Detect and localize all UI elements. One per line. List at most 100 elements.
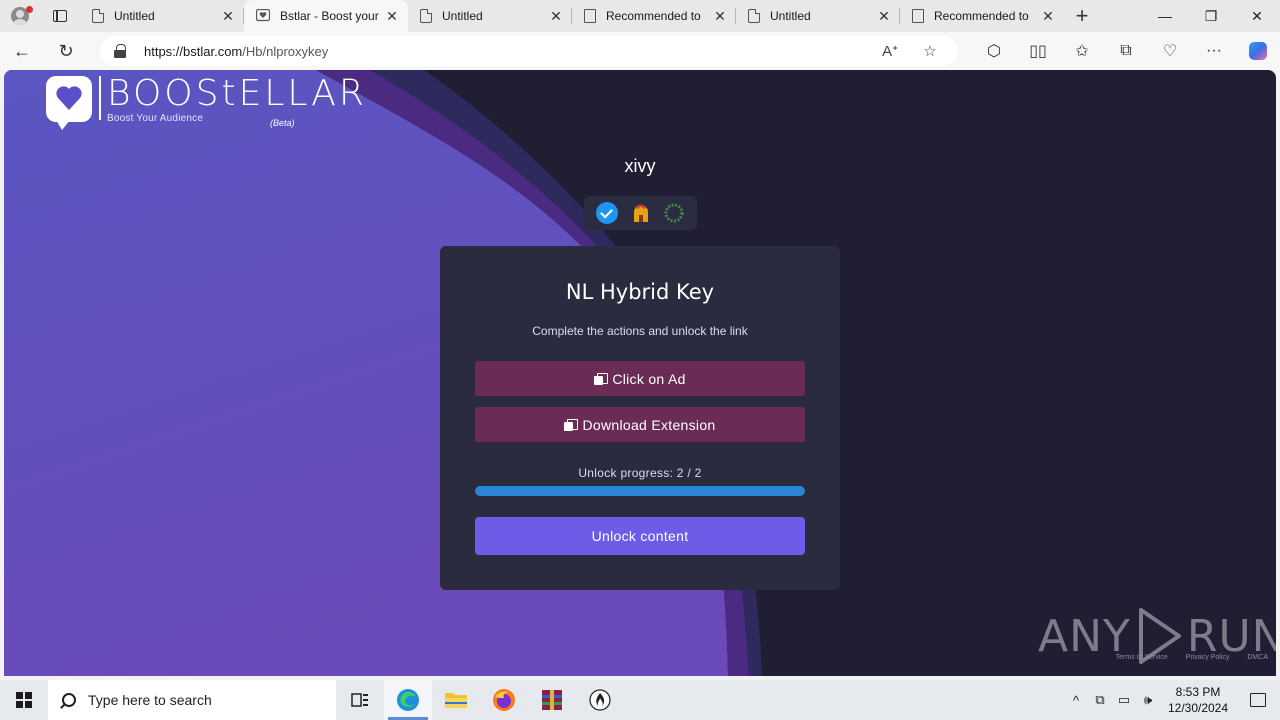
settings-more-icon[interactable]: ··· <box>1192 32 1236 70</box>
system-tray: ^ ⧉ ▭ 🕪 8:53 PM 12/30/2024 <box>1064 680 1280 720</box>
back-button[interactable]: ← <box>0 32 44 70</box>
heart-bubble-icon <box>46 76 92 130</box>
meet-now-icon[interactable]: ⧉ <box>1088 692 1112 708</box>
restore-button[interactable]: ❐ <box>1188 0 1234 32</box>
lock-icon <box>564 418 579 431</box>
card-title: NL Hybrid Key <box>565 280 715 304</box>
anyrun-watermark: ANY RUN <box>1038 606 1276 666</box>
notification-center-button[interactable] <box>1236 693 1280 707</box>
card-subtitle: Complete the actions and unlock the link <box>532 324 748 338</box>
navigation-bar: ← ↻ https://bstlar.com/Hb/nlproxykey Aᐩ … <box>0 32 1280 70</box>
logo-divider <box>99 76 101 120</box>
read-aloud-icon[interactable]: Aᐩ <box>870 42 910 60</box>
profile-username: xivy <box>624 156 656 176</box>
close-tab-icon[interactable]: ✕ <box>1040 8 1056 25</box>
add-favorite-icon[interactable]: ☆ <box>910 42 950 60</box>
taskbar-anyrun[interactable] <box>576 680 624 720</box>
verified-badge-icon <box>595 202 618 224</box>
url-host: https://bstlar.com <box>144 43 243 59</box>
tab-recommended-2[interactable]: Recommended to ✕ <box>900 0 1064 32</box>
click-on-ad-button[interactable]: Click on Ad <box>475 361 805 396</box>
page-icon <box>748 9 760 23</box>
lock-icon[interactable] <box>114 44 126 58</box>
tab-recommended-1[interactable]: Recommended to ✕ <box>572 0 736 32</box>
page-viewport: BOOStELLAR Boost Your Audience (Beta) xi… <box>4 70 1276 676</box>
collections-icon[interactable]: ⧉ <box>1104 32 1148 70</box>
logo-wordmark: BOOStELLAR <box>107 73 367 114</box>
close-tab-icon[interactable]: ✕ <box>220 8 236 25</box>
tab-label: Recommended to <box>934 9 1029 23</box>
action-label: Download Extension <box>582 416 716 433</box>
spartan-helmet-badge-icon <box>630 202 652 224</box>
search-placeholder: Type here to search <box>88 692 212 708</box>
close-tab-icon[interactable]: ✕ <box>876 8 892 25</box>
tab-label: Untitled <box>770 9 811 23</box>
page-icon <box>420 9 432 23</box>
tab-label: Untitled <box>442 9 483 23</box>
show-hidden-icons-chevron[interactable]: ^ <box>1064 693 1088 708</box>
clock[interactable]: 8:53 PM 12/30/2024 <box>1160 684 1236 716</box>
start-button[interactable] <box>0 680 48 720</box>
browser-essentials-icon[interactable]: ♡ <box>1148 32 1192 70</box>
winrar-icon <box>542 690 562 710</box>
close-window-button[interactable]: ✕ <box>1234 0 1280 32</box>
taskbar-winrar[interactable] <box>528 680 576 720</box>
watermark-right: RUN <box>1186 610 1276 662</box>
reload-button[interactable]: ↻ <box>44 32 88 70</box>
anyrun-icon <box>589 689 611 711</box>
document-icon <box>584 9 596 23</box>
badge-row <box>584 196 697 230</box>
tab-actions-button[interactable] <box>40 0 80 32</box>
clock-time: 8:53 PM <box>1175 685 1221 699</box>
tab-untitled-1[interactable]: Untitled ✕ <box>80 0 244 32</box>
close-tab-icon[interactable]: ✕ <box>712 8 728 25</box>
tab-untitled-2[interactable]: Untitled ✕ <box>408 0 572 32</box>
profile-button[interactable] <box>0 0 40 32</box>
download-extension-button[interactable]: Download Extension <box>475 407 805 442</box>
minimize-button[interactable]: — <box>1142 0 1188 32</box>
play-icon <box>1138 608 1181 664</box>
url-text[interactable]: https://bstlar.com/Hb/nlproxykey <box>144 44 870 59</box>
url-path: /Hb/nlproxykey <box>242 43 329 59</box>
extensions-icon[interactable]: ⬡ <box>972 32 1016 70</box>
new-tab-button[interactable]: + <box>1064 0 1100 32</box>
split-screen-icon[interactable]: ▯▯ <box>1016 32 1060 70</box>
action-label: Click on Ad <box>612 370 686 387</box>
notification-dot <box>26 6 33 13</box>
tab-label: Recommended to <box>606 9 701 23</box>
page-icon <box>92 9 104 23</box>
unlock-progress-fill <box>475 486 805 496</box>
network-icon[interactable]: ▭ <box>1112 692 1136 708</box>
taskbar-search[interactable]: Type here to search <box>48 680 336 720</box>
beta-label: (Beta) <box>270 118 295 128</box>
tab-bstlar[interactable]: Bstlar - Boost your ✕ <box>244 0 408 32</box>
copilot-button[interactable] <box>1236 32 1280 70</box>
close-tab-icon[interactable]: ✕ <box>384 8 400 25</box>
laurel-wreath-badge-icon <box>663 202 685 224</box>
watermark-left: ANY <box>1038 610 1131 662</box>
taskbar-file-explorer[interactable] <box>432 680 480 720</box>
windows-logo-icon <box>16 692 32 708</box>
address-bar[interactable]: https://bstlar.com/Hb/nlproxykey Aᐩ ☆ <box>100 36 958 66</box>
tab-strip: Untitled ✕ Bstlar - Boost your ✕ Untitle… <box>0 0 1280 32</box>
favorites-icon[interactable]: ✩ <box>1060 32 1104 70</box>
logo-tagline: Boost Your Audience <box>107 113 204 124</box>
toolbar: ⬡ ▯▯ ✩ ⧉ ♡ ··· <box>972 32 1280 70</box>
tab-actions-icon <box>53 10 67 22</box>
taskbar-firefox[interactable] <box>480 680 528 720</box>
unlock-content-button[interactable]: Unlock content <box>475 517 805 555</box>
document-icon <box>912 9 924 23</box>
tab-label: Untitled <box>114 9 155 23</box>
firefox-icon <box>493 689 515 711</box>
tab-untitled-3[interactable]: Untitled ✕ <box>736 0 900 32</box>
volume-icon[interactable]: 🕪 <box>1136 692 1160 708</box>
unlock-progress-bar <box>475 486 805 496</box>
file-explorer-icon <box>445 693 467 708</box>
search-icon <box>62 693 76 707</box>
boostellar-logo[interactable]: BOOStELLAR Boost Your Audience (Beta) <box>46 73 367 130</box>
copilot-icon <box>1249 42 1267 60</box>
task-view-button[interactable] <box>336 680 384 720</box>
taskbar-edge[interactable] <box>384 680 432 720</box>
notification-icon <box>1250 693 1266 707</box>
close-tab-icon[interactable]: ✕ <box>548 8 564 25</box>
